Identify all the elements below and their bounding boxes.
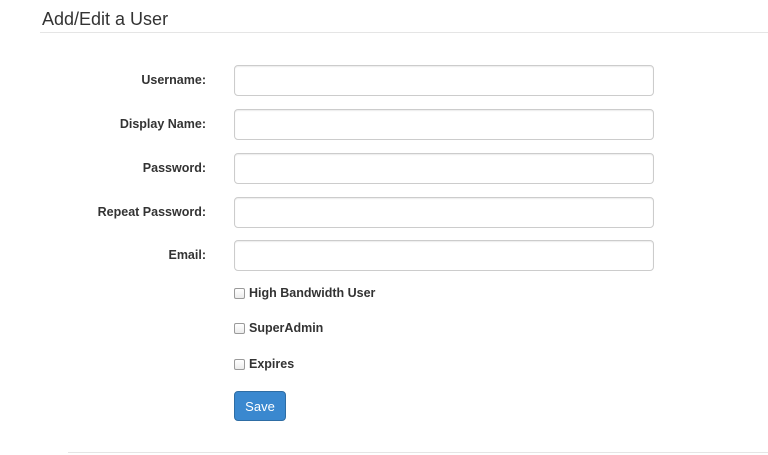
save-button[interactable]: Save: [234, 391, 286, 421]
email-label: Email:: [168, 248, 206, 262]
display-name-label: Display Name:: [119, 117, 206, 131]
superadmin-label[interactable]: SuperAdmin: [249, 321, 323, 335]
footer-divider: [68, 452, 768, 453]
repeat-password-label: Repeat Password:: [97, 205, 206, 219]
password-input[interactable]: [234, 153, 654, 184]
repeat-password-input[interactable]: [234, 197, 654, 228]
username-row: Username:: [0, 65, 768, 97]
username-input[interactable]: [234, 65, 654, 96]
superadmin-option[interactable]: SuperAdmin: [234, 320, 323, 336]
high-bandwidth-label[interactable]: High Bandwidth User: [249, 286, 375, 300]
title-divider: [40, 32, 768, 33]
high-bandwidth-checkbox[interactable]: [234, 287, 245, 299]
username-label: Username:: [141, 73, 206, 87]
add-edit-user-page: Add/Edit a User Username: Display Name: …: [0, 0, 768, 455]
password-label: Password:: [142, 161, 206, 175]
expires-option[interactable]: Expires: [234, 356, 294, 372]
expires-checkbox[interactable]: [234, 358, 245, 370]
display-name-row: Display Name:: [0, 109, 768, 141]
password-row: Password:: [0, 153, 768, 185]
page-title: Add/Edit a User: [42, 9, 169, 29]
high-bandwidth-option[interactable]: High Bandwidth User: [234, 285, 375, 301]
expires-label[interactable]: Expires: [249, 357, 294, 371]
superadmin-checkbox[interactable]: [234, 322, 245, 334]
repeat-password-row: Repeat Password:: [0, 197, 768, 229]
email-input[interactable]: [234, 240, 654, 271]
email-row: Email:: [0, 240, 768, 272]
display-name-input[interactable]: [234, 109, 654, 140]
